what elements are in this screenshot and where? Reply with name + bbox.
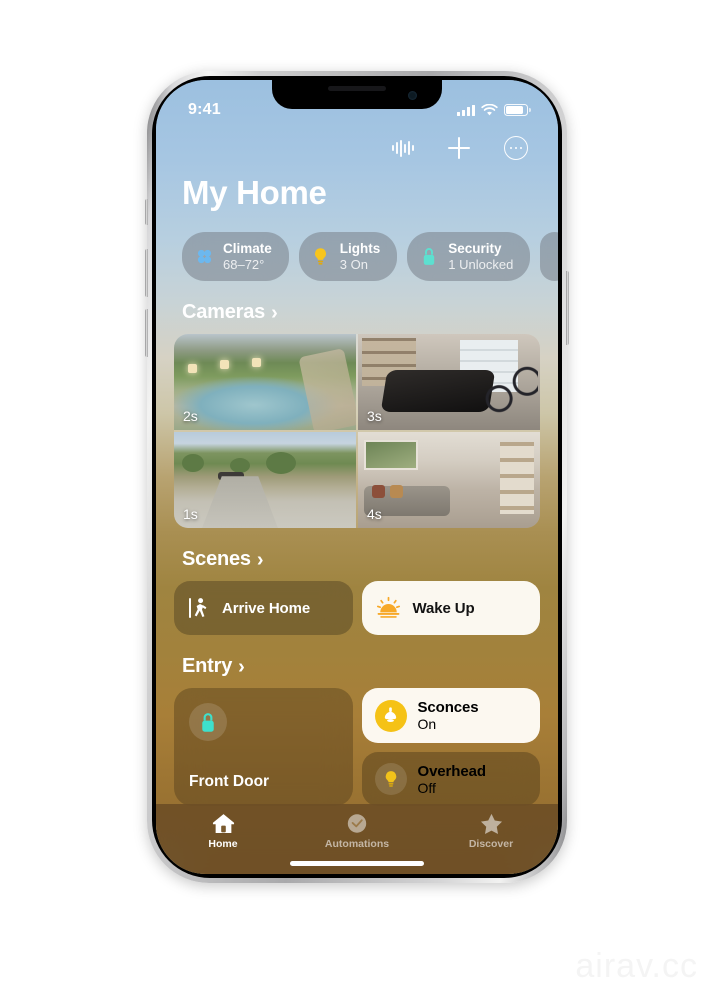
front-camera-icon (408, 91, 417, 100)
power-button[interactable] (566, 271, 569, 345)
accessory-name: Overhead (417, 762, 487, 780)
accessory-name: Front Door (189, 773, 270, 791)
home-indicator[interactable] (290, 861, 424, 866)
accessory-name: Sconces (417, 699, 479, 716)
chevron-right-icon: › (238, 655, 245, 678)
watermark: airav.cc (575, 947, 698, 985)
section-title: Cameras (182, 301, 266, 324)
more-options-icon[interactable] (504, 136, 528, 160)
camera-tile-garage-gym[interactable]: 3s (358, 334, 540, 431)
notch (272, 80, 442, 109)
chevron-right-icon: › (271, 301, 278, 324)
wifi-icon (481, 103, 498, 115)
volume-down-button[interactable] (145, 309, 148, 357)
climate-fan-icon (194, 246, 214, 268)
walking-person-icon (189, 598, 207, 619)
accessory-state: Off (417, 779, 436, 796)
status-pill-title: Lights (339, 241, 381, 256)
clock-icon (347, 814, 367, 833)
status-time: 9:41 (188, 101, 221, 118)
status-pill-climate[interactable]: Climate 68–72° (182, 232, 289, 282)
page-title: My Home (182, 174, 327, 211)
section-header-cameras[interactable]: Cameras › (156, 281, 558, 334)
chevron-right-icon: › (256, 548, 264, 571)
volume-up-button[interactable] (145, 249, 148, 297)
accessory-tile-sconces[interactable]: Sconces On (361, 688, 540, 743)
scene-label: Wake Up (412, 599, 475, 617)
camera-tile-driveway[interactable]: 1s (174, 432, 356, 529)
status-pill-subtitle: 3 On (339, 256, 368, 272)
entry-accessories: Front Door Sconces On Overhead Off (156, 688, 558, 807)
status-pills: Climate 68–72° Lights 3 On Security 1 Un… (156, 212, 558, 282)
section-title: Entry (182, 655, 233, 678)
camera-timestamp: 1s (183, 506, 198, 523)
tab-home[interactable]: Home (183, 812, 263, 850)
section-header-scenes[interactable]: Scenes › (156, 528, 558, 581)
star-icon (480, 813, 502, 835)
lock-icon (419, 246, 439, 268)
section-header-entry[interactable]: Entry › (156, 635, 558, 688)
add-icon[interactable] (448, 137, 470, 159)
status-pill-security[interactable]: Security 1 Unlocked (407, 232, 531, 282)
accessory-tile-overhead[interactable]: Overhead Off (361, 751, 540, 807)
camera-grid: 2s 3s 1s 4s (174, 334, 540, 529)
camera-timestamp: 4s (367, 506, 382, 523)
status-pill-subtitle: 1 Unlocked (448, 256, 514, 272)
status-pill-lights[interactable]: Lights 3 On (298, 232, 398, 282)
scene-label: Arrive Home (222, 599, 311, 617)
home-app-content: My Home Climate 68–72° Lights 3 On Secur… (156, 126, 558, 874)
tab-automations[interactable]: Automations (317, 812, 397, 850)
camera-tile-living-room[interactable]: 4s (358, 432, 540, 529)
tab-label: Home (208, 838, 238, 850)
header-actions (156, 126, 558, 160)
iphone-device: 9:41 My Home Climate 68–72° Lights 3 On … (145, 71, 569, 883)
battery-icon (504, 104, 531, 116)
sunrise-icon (376, 597, 400, 618)
lightbulb-icon (311, 246, 331, 268)
camera-timestamp: 2s (183, 408, 198, 425)
status-indicators (457, 103, 531, 117)
audio-waveform-icon[interactable] (392, 139, 414, 157)
scene-tile-wake-up[interactable]: Wake Up (361, 581, 540, 636)
lightbulb-icon (374, 763, 407, 795)
lock-icon (189, 703, 227, 742)
status-pill-overflow[interactable] (540, 232, 558, 282)
earpiece-speaker-icon (328, 86, 386, 91)
accessory-tile-front-door[interactable]: Front Door (174, 688, 353, 807)
accessory-state: On (417, 716, 437, 732)
status-pill-title: Security (448, 241, 502, 256)
cellular-signal-icon (457, 104, 475, 116)
scene-tiles: Arrive Home Wake Up (156, 581, 558, 636)
status-pill-subtitle: 68–72° (223, 256, 265, 272)
wall-sconce-icon (374, 699, 407, 732)
entry-accessory-column: Sconces On Overhead Off (361, 688, 540, 807)
tab-discover[interactable]: Discover (451, 812, 531, 850)
camera-tile-pool[interactable]: 2s (174, 334, 356, 431)
tab-label: Automations (324, 838, 390, 850)
camera-timestamp: 3s (367, 408, 382, 425)
house-icon (212, 814, 234, 833)
phone-screen: 9:41 My Home Climate 68–72° Lights 3 On … (156, 80, 558, 874)
silent-switch[interactable] (145, 199, 148, 225)
status-pill-title: Climate (223, 241, 272, 256)
section-title: Scenes (182, 548, 251, 571)
tab-label: Discover (468, 838, 514, 850)
scene-tile-arrive-home[interactable]: Arrive Home (174, 581, 353, 636)
